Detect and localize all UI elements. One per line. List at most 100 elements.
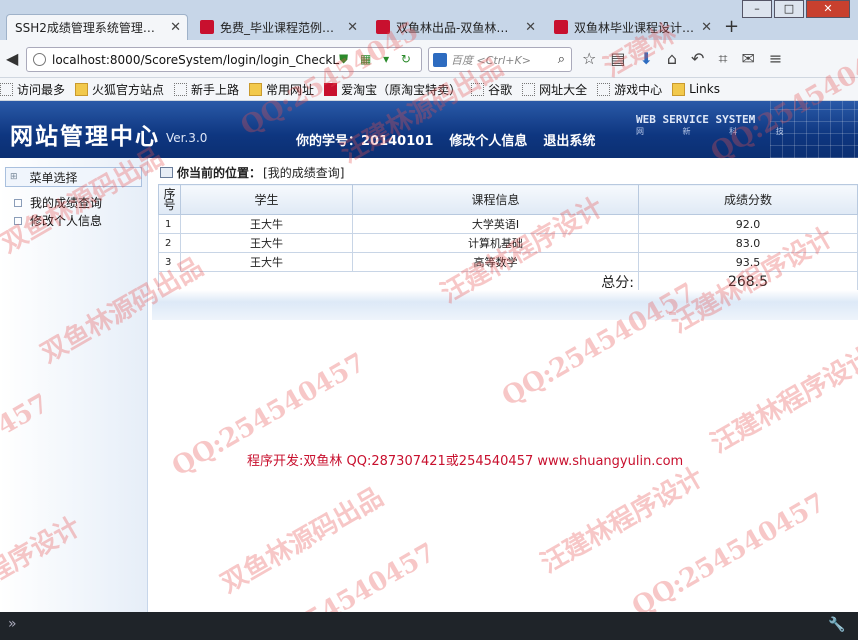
menu-header-label: 菜单选择 (29, 170, 78, 185)
bookmark-label: 新手上路 (191, 82, 240, 97)
new-tab-button[interactable]: + (724, 16, 739, 37)
search-icon[interactable]: ⌕ (558, 52, 565, 67)
tab-label: 免费_毕业课程范例设… (220, 20, 342, 35)
close-icon[interactable]: ✕ (170, 20, 181, 35)
browser-tab-bar: SSH2成绩管理系统管理中… ✕ 免费_毕业课程范例设… ✕ 双鱼林出品-双鱼林… (0, 0, 858, 40)
student-id-label: 你的学号：20140101 (296, 134, 434, 149)
site-favicon-icon (200, 20, 214, 34)
folder-icon (249, 82, 263, 96)
brand-en: WEB SERVICE SYSTEM (636, 113, 756, 126)
home-icon[interactable]: ⌂ (667, 49, 677, 69)
logout-link[interactable]: 退出系统 (543, 130, 595, 149)
folder-icon (75, 82, 89, 96)
address-bar[interactable]: localhost:8000/ScoreSystem/login/login_C… (26, 47, 422, 72)
search-input[interactable]: 百度 <Ctrl+K> ⌕ (428, 47, 572, 72)
student-cell: 王大牛 (180, 233, 353, 253)
student-cell: 王大牛 (180, 214, 353, 234)
url-text[interactable]: localhost:8000/ScoreSystem/login/login_C… (52, 53, 339, 67)
menu-bullet-icon (14, 198, 22, 207)
bookmark-item[interactable]: 访问最多 (0, 81, 65, 98)
address-bar-icons[interactable]: ⛊ ▦ ▾ ↻ (339, 52, 421, 67)
course-cell: 大学英语Ⅰ (352, 214, 639, 234)
bottom-dev-bar: » 🔧 (0, 612, 858, 640)
page-icon (522, 82, 536, 96)
column-header: 序号 (158, 184, 181, 215)
menu-bullet-icon (14, 216, 22, 225)
maximize-icon[interactable]: □ (774, 0, 804, 18)
site-favicon-icon (554, 20, 568, 34)
bookmark-label: 谷歌 (488, 82, 513, 97)
close-icon[interactable]: ✕ (701, 20, 712, 35)
course-cell: 高等数学 (352, 252, 639, 272)
bookmark-label: 常用网址 (266, 82, 315, 97)
page-icon (174, 82, 188, 96)
bookmark-item[interactable]: 网址大全 (522, 81, 587, 98)
bookmark-label: Links (689, 82, 720, 96)
table-header-row: 序号 学生 课程信息 成绩分数 (158, 184, 858, 215)
browser-nav-bar: ◀ localhost:8000/ScoreSystem/login/login… (0, 40, 858, 78)
console-chevron-icon[interactable]: » (8, 616, 17, 632)
close-icon[interactable]: ✕ (525, 20, 536, 35)
minimize-icon[interactable]: – (742, 0, 772, 18)
breadcrumb: 你当前的位置： [我的成绩查询] (160, 162, 344, 182)
reader-icon[interactable]: ▤ (610, 49, 625, 69)
window-close-icon[interactable]: ✕ (806, 0, 850, 18)
bookmark-label: 爱淘宝（原淘宝特卖） (341, 82, 462, 97)
close-icon[interactable]: ✕ (347, 20, 358, 35)
row-index: 2 (158, 233, 181, 253)
tab-shuangyulin[interactable]: 双鱼林出品-双鱼林计… ✕ (368, 14, 542, 40)
chat-icon[interactable]: ✉ (741, 49, 754, 69)
course-cell: 计算机基础 (352, 233, 639, 253)
location-icon (160, 166, 173, 178)
table-row: 3 王大牛 高等数学 93.5 (158, 252, 858, 272)
menu-item-label: 我的成绩查询 (30, 196, 103, 210)
table-row: 2 王大牛 计算机基础 83.0 (158, 233, 858, 253)
score-table: 序号 学生 课程信息 成绩分数 1 王大牛 大学英语Ⅰ 92.0 2 王大牛 计… (158, 184, 858, 293)
score-cell: 83.0 (638, 233, 858, 253)
developer-credit: 程序开发:双鱼林 QQ:287307421或254540457 www.shua… (247, 454, 684, 469)
location-label: 你当前的位置： (177, 165, 262, 180)
folder-icon (672, 82, 686, 96)
tab-label: SSH2成绩管理系统管理中… (15, 21, 165, 35)
tab-score-system[interactable]: SSH2成绩管理系统管理中… ✕ (6, 14, 188, 40)
baidu-icon (433, 52, 447, 67)
bookmark-label: 访问最多 (17, 82, 66, 97)
taobao-icon (324, 82, 338, 96)
site-version: Ver.3.0 (166, 131, 208, 145)
wrench-icon[interactable]: 🔧 (828, 617, 845, 633)
bookmark-star-icon[interactable]: ☆ (582, 49, 596, 69)
site-header: 网站管理中心 Ver.3.0 你的学号：20140101 修改个人信息 退出系统… (0, 101, 858, 158)
menu-icon[interactable]: ≡ (769, 49, 782, 69)
bookmark-item[interactable]: 谷歌 (471, 81, 512, 98)
column-header: 成绩分数 (638, 184, 858, 215)
menu-item-my-scores[interactable]: 我的成绩查询 (14, 194, 102, 211)
menu-header-icon: ⊞ (10, 172, 18, 182)
download-icon[interactable]: ⬇ (639, 49, 652, 69)
menu-item-label: 修改个人信息 (30, 214, 103, 228)
bookmark-item[interactable]: 爱淘宝（原淘宝特卖） (324, 81, 461, 98)
gear-icon (0, 82, 13, 96)
back-arrow-icon[interactable]: ◀ (6, 49, 18, 68)
edit-profile-link[interactable]: 修改个人信息 (449, 130, 527, 149)
page-icon (471, 82, 485, 96)
score-table-wrapper: 序号 学生 课程信息 成绩分数 1 王大牛 大学英语Ⅰ 92.0 2 王大牛 计… (158, 184, 858, 293)
bookmark-item[interactable]: 新手上路 (174, 81, 239, 98)
bookmark-item[interactable]: 游戏中心 (597, 81, 662, 98)
search-placeholder: 百度 <Ctrl+K> (451, 53, 531, 67)
site-favicon-icon (376, 20, 390, 34)
undo-icon[interactable]: ↶ (691, 49, 704, 69)
score-cell: 93.5 (638, 252, 858, 272)
crop-icon[interactable]: ⌗ (718, 49, 727, 69)
bookmarks-bar: 访问最多 火狐官方站点 新手上路 常用网址 爱淘宝（原淘宝特卖） 谷歌 网址大全… (0, 78, 858, 101)
bookmark-item[interactable]: Links (672, 82, 720, 96)
table-row: 1 王大牛 大学英语Ⅰ 92.0 (158, 214, 858, 234)
bookmark-item[interactable]: 火狐官方站点 (75, 81, 164, 98)
bookmark-item[interactable]: 常用网址 (249, 81, 314, 98)
site-title: 网站管理中心 (10, 123, 160, 150)
menu-item-edit-profile[interactable]: 修改个人信息 (14, 212, 102, 229)
tab-label: 双鱼林出品-双鱼林计… (396, 20, 520, 35)
column-header: 学生 (180, 184, 353, 215)
tab-course-video[interactable]: 双鱼林毕业课程设计视… ✕ (546, 14, 718, 40)
column-header: 课程信息 (352, 184, 639, 215)
tab-free-course[interactable]: 免费_毕业课程范例设… ✕ (192, 14, 364, 40)
